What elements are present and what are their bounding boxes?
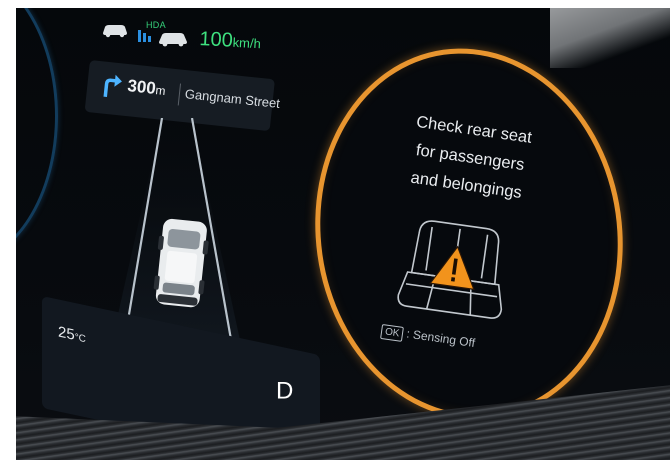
nav-divider [177, 83, 182, 106]
rear-seat-warning-icon [397, 220, 503, 319]
speedometer-arc [16, 8, 58, 264]
ok-button-label[interactable]: OK [380, 323, 405, 342]
screenshot-stage: HDA 100km/h 300m Gangnam Street 25°C D C… [0, 0, 670, 460]
outside-temperature: 25°C [58, 323, 86, 346]
lane-assist-icon [138, 30, 151, 42]
gear-indicator: D [276, 377, 294, 405]
temperature-unit: °C [74, 331, 86, 346]
turn-right-arrow-icon [103, 74, 122, 97]
lead-car-icon [103, 25, 127, 38]
set-speed-value: 100 [198, 28, 234, 52]
nav-distance-unit: m [154, 83, 167, 99]
instrument-cluster-display: HDA 100km/h 300m Gangnam Street 25°C D C… [16, 8, 670, 460]
sensing-off-hint: OK: Sensing Off [380, 323, 476, 352]
set-speed-readout: 100km/h [199, 28, 262, 54]
display-bezel [550, 8, 670, 68]
rear-seat-alert: Check rear seat for passengers and belon… [338, 102, 575, 407]
temperature-value: 25 [58, 323, 75, 344]
adas-status-bar: HDA 100km/h [100, 16, 280, 52]
nav-street-name: Gangnam Street [184, 86, 281, 112]
hda-label: HDA [146, 20, 166, 30]
own-car-icon [159, 33, 187, 47]
sensing-off-text: : Sensing Off [405, 326, 476, 351]
nav-distance-value: 300 [126, 76, 157, 98]
set-speed-unit: km/h [232, 34, 262, 52]
nav-distance: 300m [126, 76, 167, 100]
